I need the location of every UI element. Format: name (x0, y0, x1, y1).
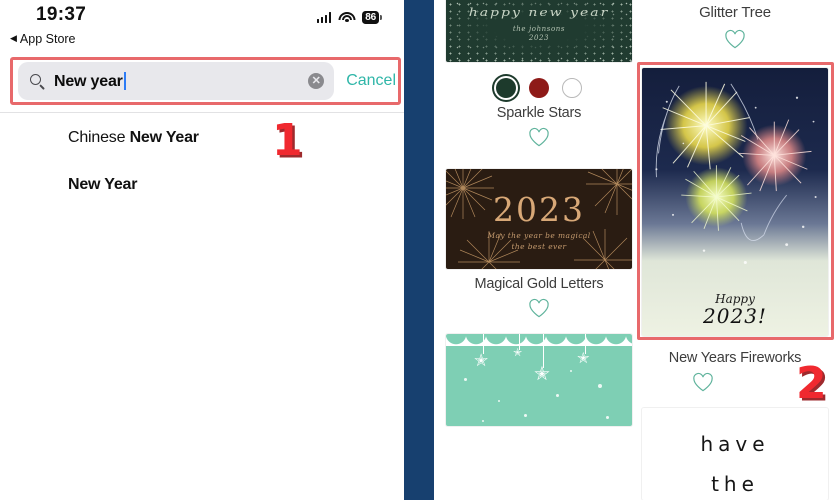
magical-gold-letters-artwork: 2023 May the year be magical the best ev… (446, 169, 632, 269)
search-suggestions-list: Chinese New Year New Year (0, 112, 404, 210)
status-bar: 19:37 86 (0, 0, 404, 30)
card-label-sparkle-stars: Sparkle Stars (496, 105, 582, 121)
color-swatch-group (446, 78, 632, 98)
status-bar-time: 19:37 (36, 4, 87, 25)
search-bar-row: New year ✕ Cancel (18, 62, 396, 100)
artwork-subtext: the johnsons 2023 (512, 25, 566, 42)
text-cursor (123, 71, 126, 90)
search-icon (30, 73, 45, 90)
gallery-column-right: Glitter Tree Happy 2023! New Years Firew… (637, 0, 834, 500)
back-to-app-store-link[interactable]: ◀ App Store (10, 32, 404, 46)
card-thumbnail-new-years-fireworks[interactable]: Happy 2023! (642, 68, 828, 336)
highlighted-card-container: Happy 2023! (637, 62, 834, 340)
card-thumbnail-magical-gold-letters[interactable]: 2023 May the year be magical the best ev… (446, 169, 632, 269)
battery-cap (380, 15, 382, 20)
scallop-edge (446, 334, 632, 346)
suggestion-item-new-year[interactable]: New Year (0, 163, 404, 210)
favorite-heart-icon-magical-gold-letters[interactable] (528, 298, 550, 318)
cellular-signal-icon (316, 12, 332, 23)
card-grid: happy new year the johnsons 2023 Sparkle… (434, 0, 840, 500)
status-bar-indicators: 86 (316, 11, 382, 24)
search-input[interactable]: New year ✕ (18, 62, 335, 100)
card-label-magical-gold-letters: Magical Gold Letters (474, 276, 604, 292)
sparkle-stars-artwork: happy new year the johnsons 2023 (446, 0, 632, 62)
artwork-year-text: 2023 (493, 190, 585, 229)
battery-percent-label: 86 (362, 11, 379, 24)
artwork-year-text: 2023! (703, 304, 767, 328)
annotation-marker-2: 2 (796, 358, 827, 409)
annotation-marker-1: 1 (272, 115, 303, 166)
card-thumbnail-sparkle-stars[interactable]: happy new year the johnsons 2023 (446, 0, 632, 62)
favorite-heart-icon-glitter-tree[interactable] (724, 29, 746, 49)
card-label-glitter-tree: Glitter Tree (699, 4, 771, 21)
clear-search-button[interactable]: ✕ (308, 73, 325, 89)
panel-divider (404, 0, 434, 500)
color-swatch-dark-red[interactable] (529, 78, 549, 98)
gallery-column-left: happy new year the johnsons 2023 Sparkle… (446, 0, 632, 500)
handwritten-artwork: have the (642, 408, 828, 500)
back-caret-icon: ◀ (10, 33, 17, 43)
artwork-line-2: the (711, 472, 759, 496)
mint-stars-artwork: ✭ ✭ ✭ ✭ (446, 334, 632, 426)
favorite-heart-icon-sparkle-stars[interactable] (528, 127, 550, 147)
card-thumbnail-handwritten[interactable]: have the (642, 408, 828, 500)
cancel-button[interactable]: Cancel (344, 72, 396, 90)
wifi-icon (338, 11, 356, 24)
color-swatch-dark-green[interactable] (496, 78, 516, 98)
suggestion-match: New Year (68, 176, 138, 193)
suggestion-match: New Year (129, 129, 199, 146)
new-years-fireworks-artwork: Happy 2023! (642, 68, 828, 336)
color-swatch-white[interactable] (562, 78, 582, 98)
star-icon: ✭ (534, 364, 550, 385)
suggestion-item-chinese-new-year[interactable]: Chinese New Year (0, 113, 404, 163)
favorite-heart-icon-new-years-fireworks[interactable] (692, 372, 714, 392)
artwork-line-1: have (700, 432, 770, 456)
artwork-wish-text: May the year be magical the best ever (487, 231, 591, 251)
star-icon: ✭ (513, 347, 523, 359)
search-input-value: New year (54, 71, 126, 91)
star-icon: ✭ (577, 350, 590, 367)
back-link-label: App Store (19, 32, 76, 46)
battery-icon: 86 (362, 11, 382, 24)
star-icon: ✭ (474, 351, 489, 370)
card-gallery-screen: happy new year the johnsons 2023 Sparkle… (434, 0, 840, 500)
suggestion-prefix: Chinese (68, 129, 130, 146)
card-thumbnail-mint-stars[interactable]: ✭ ✭ ✭ ✭ (446, 334, 632, 426)
screenshot-root: 19:37 86 ◀ App Store New year ✕ Cancel C… (0, 0, 840, 500)
artwork-script-text: happy new year (468, 6, 610, 20)
iphone-search-screen: 19:37 86 ◀ App Store New year ✕ Cancel C… (0, 0, 404, 500)
